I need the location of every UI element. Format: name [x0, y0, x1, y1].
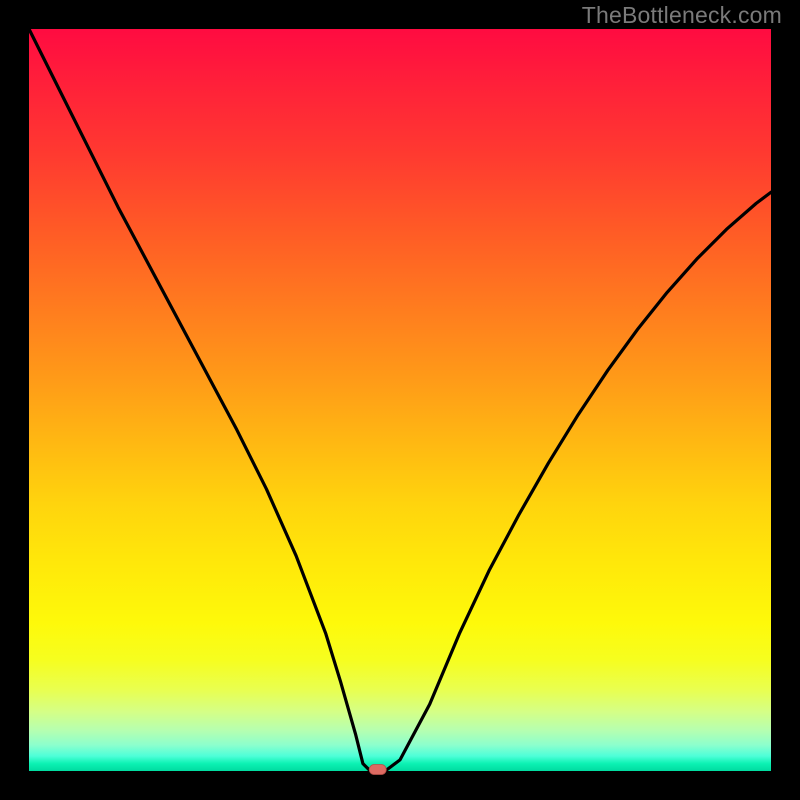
watermark-text: TheBottleneck.com — [582, 2, 782, 29]
curve-svg — [29, 29, 771, 771]
minimum-marker — [369, 765, 386, 775]
chart-frame: TheBottleneck.com — [0, 0, 800, 800]
plot-area — [29, 29, 771, 771]
bottleneck-curve — [29, 29, 771, 771]
